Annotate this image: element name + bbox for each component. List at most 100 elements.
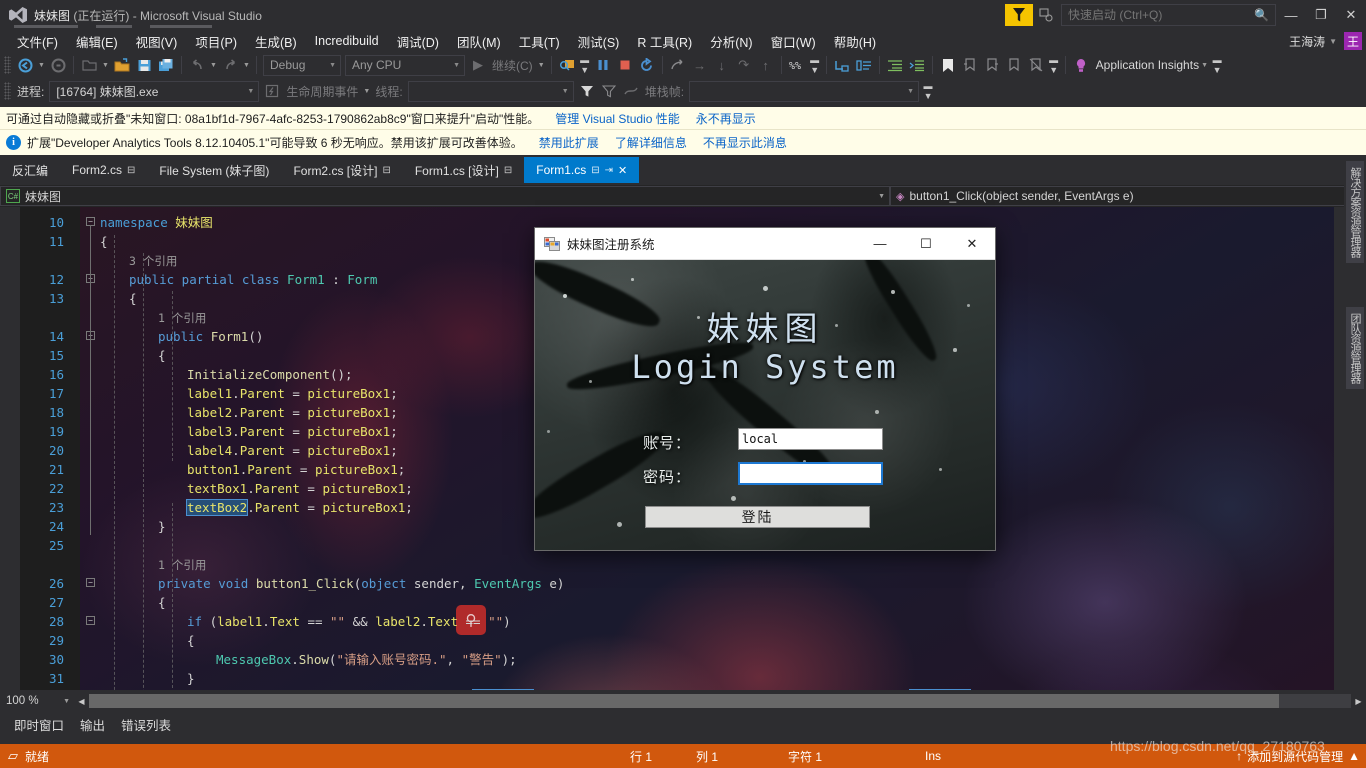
window-restore-button[interactable]: ❐ — [1306, 0, 1336, 30]
code-line[interactable]: 29 { — [0, 631, 1334, 650]
tab-form1-designer[interactable]: Form1.cs [设计] ⊟ — [403, 157, 524, 183]
new-project-icon[interactable] — [78, 54, 100, 76]
debug-toolbar-overflow-icon[interactable]: ▬ ▼ — [921, 81, 935, 101]
flag-threads-icon[interactable] — [620, 80, 642, 102]
code-line[interactable]: 31} — [0, 669, 1334, 688]
account-input[interactable] — [738, 428, 883, 450]
filter-threads-icon[interactable] — [576, 80, 598, 102]
step-over-icon[interactable]: → — [689, 54, 711, 76]
editor-horizontal-scrollbar[interactable] — [89, 694, 1351, 708]
continue-label[interactable]: 继续(C) — [489, 57, 536, 74]
menu-item-analyze[interactable]: 分析(N) — [701, 30, 761, 53]
menu-item-debug[interactable]: 调试(D) — [388, 30, 448, 53]
unfilter-threads-icon[interactable] — [598, 80, 620, 102]
disable-extension-link[interactable]: 禁用此扩展 — [523, 134, 599, 151]
undo-icon[interactable] — [186, 54, 208, 76]
editor-horizontal-scroll-thumb[interactable] — [89, 694, 1279, 708]
code-line[interactable]: 26 − private void button1_Click(object sen… — [0, 574, 1334, 593]
menu-item-incredibuild[interactable]: Incredibuild — [306, 32, 388, 50]
panel-tab-error-list[interactable]: 错误列表 — [115, 712, 181, 734]
navigate-backward-dropdown-icon[interactable]: ▼ — [36, 62, 47, 69]
code-line[interactable]: 1 个引用 — [0, 555, 1334, 574]
menu-item-file[interactable]: 文件(F) — [8, 30, 67, 53]
chevron-down-icon[interactable]: ▼ — [1329, 37, 1337, 46]
tab-form1-cs[interactable]: Form1.cs ⊟ ⇥ ✕ — [524, 157, 640, 183]
scroll-left-icon[interactable]: ◀ — [74, 697, 89, 706]
tab-file-system[interactable]: File System (妹子图) — [147, 157, 281, 183]
quick-launch-input[interactable] — [1062, 8, 1255, 22]
debug-toolbar-grip[interactable] — [4, 82, 11, 100]
member-scope-combo[interactable]: ◈ button1_Click(object sender, EventArgs… — [890, 186, 1364, 206]
panel-tab-immediate-window[interactable]: 即时窗口 — [8, 712, 74, 734]
status-source-control[interactable]: ↑ 添加到源代码管理 ▲ — [1236, 748, 1360, 765]
restart-icon[interactable] — [636, 54, 658, 76]
application-insights-icon[interactable] — [1070, 54, 1092, 76]
dont-show-message-link[interactable]: 不再显示此消息 — [687, 134, 787, 151]
thread-combo[interactable]: ▼ — [407, 80, 574, 102]
start-debug-icon[interactable]: ▶ — [467, 54, 489, 76]
vertical-tab-team-explorer[interactable]: 团队资源管理器 — [1346, 307, 1364, 389]
step-out-icon[interactable]: ↑ — [755, 54, 777, 76]
menu-item-rtools[interactable]: R 工具(R) — [628, 30, 701, 53]
clear-bookmarks-icon[interactable] — [1003, 54, 1025, 76]
comment-selection-icon[interactable] — [831, 54, 853, 76]
user-name[interactable]: 王海涛 — [1289, 33, 1325, 50]
break-all-icon[interactable] — [592, 54, 614, 76]
save-icon[interactable] — [133, 54, 155, 76]
dialog-maximize-button[interactable]: ☐ — [903, 228, 949, 260]
menu-item-window[interactable]: 窗口(W) — [762, 30, 825, 53]
menu-item-team[interactable]: 团队(M) — [448, 30, 510, 53]
menu-item-tools[interactable]: 工具(T) — [510, 30, 569, 53]
pin-icon[interactable]: ⊟ — [591, 165, 599, 176]
hex-overflow-icon[interactable]: ▬ ▼ — [808, 55, 822, 75]
fold-toggle-icon[interactable]: − — [86, 616, 95, 625]
increase-indent-icon[interactable] — [884, 54, 906, 76]
login-button[interactable]: 登陆 — [645, 506, 870, 528]
toggle-bookmark-icon[interactable] — [937, 54, 959, 76]
attach-to-process-icon[interactable] — [556, 54, 578, 76]
clear-all-bookmarks-icon[interactable] — [1025, 54, 1047, 76]
menu-item-project[interactable]: 项目(P) — [186, 30, 246, 53]
menu-item-view[interactable]: 视图(V) — [127, 30, 187, 53]
pin-icon[interactable]: ⊟ — [127, 165, 135, 176]
decrease-indent-icon[interactable] — [906, 54, 928, 76]
pin-icon[interactable]: ⊟ — [504, 165, 512, 176]
avatar[interactable]: 王 — [1344, 32, 1362, 50]
new-project-dropdown-icon[interactable]: ▼ — [100, 62, 111, 69]
tab-form2-designer[interactable]: Form2.cs [设计] ⊟ — [281, 157, 402, 183]
redo-icon[interactable] — [219, 54, 241, 76]
menu-item-test[interactable]: 测试(S) — [569, 30, 629, 53]
dialog-minimize-button[interactable]: — — [857, 228, 903, 260]
application-insights-label[interactable]: Application Insights — [1092, 58, 1199, 72]
window-minimize-button[interactable]: — — [1276, 0, 1306, 30]
window-close-button[interactable]: ✕ — [1336, 0, 1366, 30]
tab-form2-cs[interactable]: Form2.cs ⊟ — [60, 157, 147, 183]
stackframe-combo[interactable]: ▼ — [689, 80, 920, 102]
navigate-backward-icon[interactable] — [14, 54, 36, 76]
redo-dropdown-icon[interactable]: ▼ — [241, 62, 252, 69]
scroll-right-icon[interactable]: ▶ — [1351, 697, 1366, 706]
learn-more-link[interactable]: 了解详细信息 — [599, 134, 687, 151]
manage-vs-performance-link[interactable]: 管理 Visual Studio 性能 — [539, 110, 680, 127]
code-line[interactable]: 27 { — [0, 593, 1334, 612]
process-combo[interactable]: [16764] 妹妹图.exe ▼ — [49, 80, 260, 102]
fold-toggle-icon[interactable]: − — [86, 578, 95, 587]
vertical-tab-solution-explorer[interactable]: 解决方案资源管理器 — [1346, 161, 1364, 263]
password-input[interactable] — [738, 462, 883, 485]
toolbar-grip[interactable] — [4, 56, 11, 74]
close-icon[interactable]: ✕ — [618, 164, 627, 177]
stop-debugging-icon[interactable] — [614, 54, 636, 76]
quick-launch[interactable]: 🔍 — [1061, 4, 1276, 26]
zoom-level-control[interactable]: 100 % ▼ — [0, 691, 74, 711]
send-feedback-icon[interactable] — [1005, 4, 1033, 26]
panel-tab-output[interactable]: 输出 — [74, 712, 115, 734]
pin-icon[interactable]: ⊟ — [382, 165, 390, 176]
show-next-statement-icon[interactable] — [667, 54, 689, 76]
menu-item-edit[interactable]: 编辑(E) — [67, 30, 127, 53]
solution-platform-combo[interactable]: Any CPU ▼ — [345, 54, 465, 76]
pin-tab-icon[interactable]: ⇥ — [605, 165, 613, 176]
next-bookmark-icon[interactable] — [981, 54, 1003, 76]
open-file-icon[interactable] — [111, 54, 133, 76]
bookmarks-overflow-icon[interactable]: ▬ ▼ — [1047, 55, 1061, 75]
undo-dropdown-icon[interactable]: ▼ — [208, 62, 219, 69]
